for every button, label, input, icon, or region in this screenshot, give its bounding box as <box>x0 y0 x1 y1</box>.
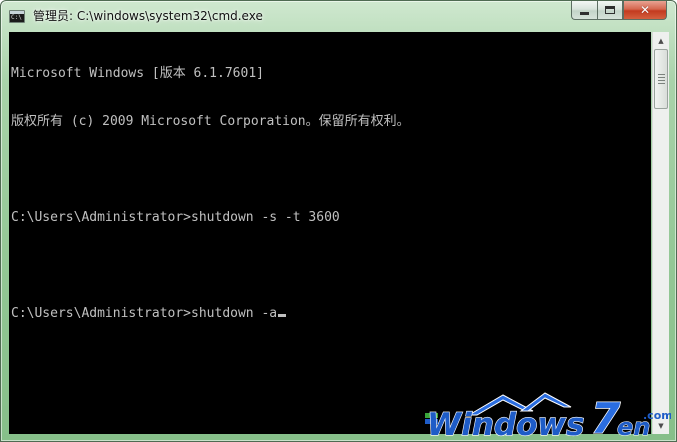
thumb-grip <box>658 83 665 84</box>
cmd-window: C:\ 管理员: C:\windows\system32\cmd.exe ✕ M… <box>0 0 677 442</box>
thumb-grip <box>658 74 665 75</box>
console-current-input: C:\Users\Administrator>shutdown -a <box>11 306 278 321</box>
vertical-scrollbar[interactable]: ▲ ▼ <box>652 32 669 434</box>
console-icon-label: C:\ <box>11 14 22 21</box>
window-title: 管理员: C:\windows\system32\cmd.exe <box>33 9 263 23</box>
console-line: C:\Users\Administrator>shutdown -s -t 36… <box>11 210 340 225</box>
windows7en-watermark-logo: Windows 7 en .com <box>425 392 671 439</box>
caption-buttons: ✕ <box>571 1 667 21</box>
watermark-brand-text: Windows <box>427 407 584 439</box>
maximize-button[interactable] <box>597 1 623 20</box>
console-icon[interactable]: C:\ <box>9 10 25 23</box>
console-prompt-line: C:\Users\Administrator>shutdown -a <box>11 306 410 322</box>
close-button[interactable]: ✕ <box>623 1 667 20</box>
title-bar[interactable]: C:\ 管理员: C:\windows\system32\cmd.exe ✕ <box>1 1 676 33</box>
console-line: Microsoft Windows [版本 6.1.7601] <box>11 66 264 81</box>
thumb-grip <box>658 77 665 78</box>
maximize-icon <box>605 6 615 14</box>
close-icon: ✕ <box>639 3 651 17</box>
console-text: Microsoft Windows [版本 6.1.7601] 版权所有 (c)… <box>11 34 410 354</box>
minimize-icon <box>580 12 589 15</box>
scrollbar-thumb[interactable] <box>654 49 668 109</box>
console-line: 版权所有 (c) 2009 Microsoft Corporation。保留所有… <box>11 114 410 129</box>
minimize-button[interactable] <box>571 1 597 20</box>
scroll-up-arrow-icon[interactable]: ▲ <box>653 32 669 49</box>
console-output-area[interactable]: Microsoft Windows [版本 6.1.7601] 版权所有 (c)… <box>9 32 651 434</box>
watermark-domain-text: .com <box>643 409 671 422</box>
text-cursor <box>278 314 287 317</box>
thumb-grip <box>658 80 665 81</box>
